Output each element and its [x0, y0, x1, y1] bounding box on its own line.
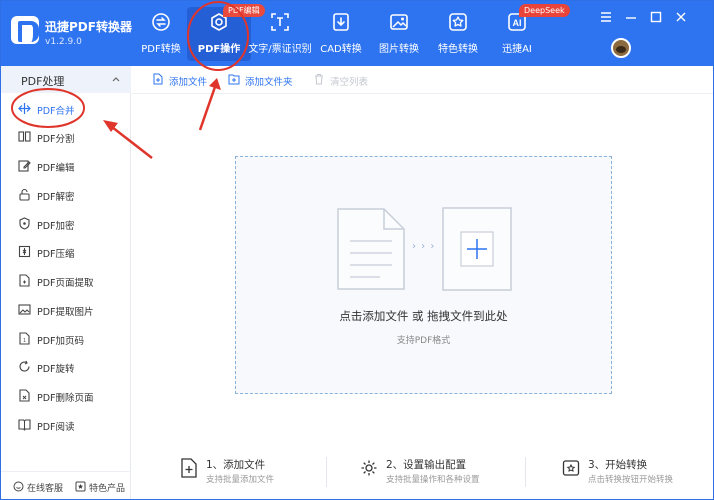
sidebar-item-pdf-encrypt[interactable]: PDF加密	[1, 210, 131, 238]
sidebar-item-label: PDF分割	[37, 134, 75, 145]
split-icon	[18, 131, 31, 142]
step-desc: 支持批量添加文件	[206, 475, 275, 485]
minimize-icon[interactable]	[624, 10, 638, 24]
add-folder-icon	[228, 74, 240, 85]
sidebar-item-label: PDF合并	[37, 106, 75, 117]
menu-icon[interactable]	[599, 10, 613, 24]
app-version: v1.2.9.0	[45, 37, 82, 47]
sidebar-item-pdf-rotate[interactable]: PDF旋转	[1, 353, 131, 381]
steps-bar: 1、添加文件 支持批量添加文件 2、设置输出配置 支持批量操作和各种设置 3、开…	[132, 449, 713, 497]
sidebar-item-pdf-merge[interactable]: PDF合并	[1, 95, 131, 123]
divider	[525, 457, 526, 487]
chevron-up-icon[interactable]	[111, 74, 121, 84]
sidebar-item-label: PDF页面提取	[37, 278, 94, 289]
sidebar-item-pdf-page-extract[interactable]: PDF页面提取	[1, 267, 131, 295]
cad-icon	[333, 13, 349, 31]
trash-icon	[315, 74, 323, 85]
page-number-icon: 1	[19, 332, 30, 345]
nav-label: 迅捷AI	[502, 44, 532, 55]
sidebar-footer: 在线客服 特色产品	[1, 471, 131, 499]
deepseek-badge: DeepSeek	[519, 4, 570, 17]
sidebar-item-pdf-split[interactable]: PDF分割	[1, 123, 131, 151]
merge-icon	[18, 103, 31, 114]
sidebar-item-pdf-page-number[interactable]: 1 PDF加页码	[1, 325, 131, 353]
svg-text:1: 1	[23, 338, 26, 344]
convert-start-icon	[562, 460, 580, 476]
dropzone-main-text: 点击添加文件 或 拖拽文件到此处	[339, 309, 508, 323]
file-drop-zone[interactable]: › › › 点击添加文件 或 拖拽文件到此处 支持PDF格式	[235, 156, 612, 394]
clear-list-label: 清空列表	[330, 77, 369, 88]
page-extract-icon	[19, 274, 30, 287]
book-icon	[18, 419, 31, 431]
step-title: 1、添加文件	[206, 459, 266, 471]
avatar[interactable]	[611, 38, 631, 58]
step-desc: 点击转换按钮开始转换	[588, 475, 674, 485]
sidebar-title: PDF处理	[21, 75, 65, 88]
image-extract-icon	[18, 304, 31, 315]
svg-text:AI: AI	[513, 18, 522, 28]
app-name: 迅捷PDF转换器	[45, 20, 132, 34]
sidebar-item-pdf-compress[interactable]: PDF压缩	[1, 238, 131, 266]
app-logo-icon	[11, 16, 39, 44]
top-nav-bar: 迅捷PDF转换器 v1.2.9.0 PDF转换 PDF操作 PDF编辑 文字/票…	[1, 1, 713, 66]
compress-icon	[18, 245, 31, 258]
sidebar-item-label: PDF旋转	[37, 364, 75, 375]
sidebar-item-label: PDF压缩	[37, 249, 75, 260]
maximize-icon[interactable]	[649, 10, 663, 24]
sidebar-item-label: PDF加密	[37, 221, 75, 232]
close-icon[interactable]	[674, 10, 688, 24]
delete-page-icon	[19, 389, 30, 402]
sidebar-item-pdf-delete-page[interactable]: PDF删除页面	[1, 382, 131, 410]
gear-icon	[361, 460, 377, 476]
edit-icon	[18, 160, 31, 172]
add-file-label: 添加文件	[169, 77, 208, 88]
app-window: 迅捷PDF转换器 v1.2.9.0 PDF转换 PDF操作 PDF编辑 文字/票…	[0, 0, 714, 500]
file-toolbar: 添加文件 添加文件夹 清空列表	[132, 66, 713, 94]
add-file-icon	[181, 458, 197, 478]
step-desc: 支持批量操作和各种设置	[386, 475, 480, 485]
unlock-icon	[19, 188, 30, 201]
arrows-indicator: › › ›	[412, 241, 436, 252]
sidebar-item-label: PDF加页码	[37, 336, 85, 347]
star-icon	[449, 13, 467, 31]
headset-icon	[13, 481, 24, 492]
step-title: 2、设置输出配置	[386, 459, 467, 471]
shield-icon	[19, 217, 30, 230]
document-icon	[337, 208, 405, 290]
convert-icon	[152, 13, 170, 31]
divider	[326, 457, 327, 487]
featured-products-label: 特色产品	[89, 484, 126, 494]
ocr-icon	[271, 13, 289, 31]
sidebar-header[interactable]: PDF处理	[1, 66, 131, 93]
dropzone-sub-text: 支持PDF格式	[396, 336, 451, 346]
sidebar: PDF处理 PDF合并 PDF分割 PDF编辑 PDF解密 PDF加密 PDF压…	[1, 66, 131, 499]
image-icon	[390, 14, 408, 30]
add-folder-label: 添加文件夹	[245, 77, 293, 88]
gift-icon	[75, 481, 86, 492]
sidebar-item-pdf-decrypt[interactable]: PDF解密	[1, 181, 131, 209]
sidebar-item-pdf-edit[interactable]: PDF编辑	[1, 152, 131, 180]
sidebar-item-label: PDF编辑	[37, 163, 75, 174]
online-support-label: 在线客服	[27, 484, 64, 494]
sidebar-item-label: PDF解密	[37, 192, 75, 203]
add-file-placeholder-icon	[442, 207, 512, 291]
sidebar-item-pdf-read[interactable]: PDF阅读	[1, 411, 131, 439]
sidebar-item-pdf-extract-image[interactable]: PDF提取图片	[1, 296, 131, 324]
sidebar-item-label: PDF删除页面	[37, 393, 94, 404]
rotate-icon	[19, 360, 30, 372]
add-file-icon	[153, 73, 163, 85]
step-title: 3、开始转换	[588, 459, 648, 471]
sidebar-item-label: PDF阅读	[37, 422, 75, 433]
sidebar-item-label: PDF提取图片	[37, 307, 94, 318]
